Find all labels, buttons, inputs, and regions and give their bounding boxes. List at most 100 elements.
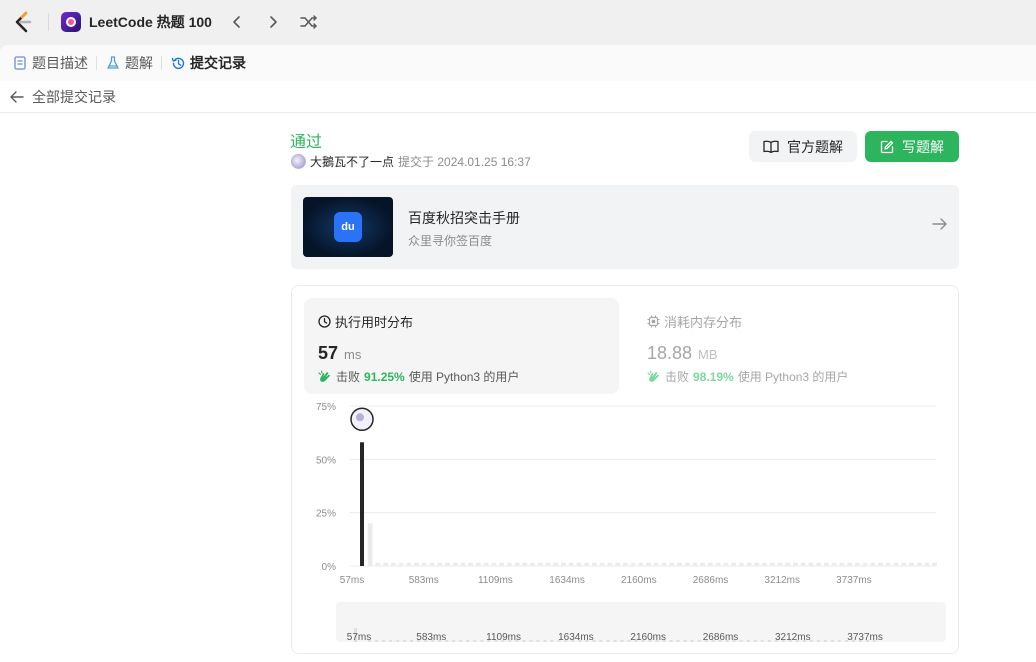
banner-subtitle: 众里寻你签百度 bbox=[408, 234, 493, 248]
write-solution-button[interactable]: 写题解 bbox=[865, 131, 959, 162]
bar bbox=[909, 562, 914, 566]
overview-tick-label: 3737ms bbox=[847, 632, 883, 643]
bar bbox=[460, 562, 466, 566]
y-tick-label: 25% bbox=[316, 509, 336, 520]
tab-description[interactable]: 题目描述 bbox=[12, 53, 88, 73]
overview-bar bbox=[816, 640, 820, 642]
nav-divider bbox=[48, 13, 49, 31]
runtime-beat-prefix: 击败 bbox=[336, 370, 361, 384]
runtime-title: 执行用时分布 bbox=[335, 315, 414, 330]
overview-bar bbox=[690, 640, 694, 642]
official-solution-button[interactable]: 官方题解 bbox=[749, 131, 857, 162]
avatar[interactable] bbox=[291, 154, 306, 169]
official-solution-label: 官方题解 bbox=[787, 138, 843, 155]
x-tick-label: 583ms bbox=[409, 575, 439, 586]
bar bbox=[537, 562, 543, 566]
bar bbox=[568, 562, 574, 566]
tab-solutions[interactable]: 题解 bbox=[105, 53, 153, 73]
overview-bar bbox=[753, 640, 757, 642]
highlight-bar bbox=[360, 442, 364, 566]
tab-submissions[interactable]: 提交记录 bbox=[170, 53, 246, 73]
clap-hands-icon bbox=[647, 369, 661, 384]
runtime-beat-suffix: 使用 Python3 的用户 bbox=[408, 370, 520, 384]
bar bbox=[692, 562, 698, 566]
bar bbox=[831, 562, 837, 566]
bar bbox=[924, 562, 930, 566]
problem-list-icon[interactable] bbox=[61, 12, 81, 32]
tab-bar: 题目描述 题解 提交记录 bbox=[0, 45, 1036, 81]
overview-bar bbox=[480, 640, 484, 642]
runtime-distribution-chart[interactable]: 0% 25% 50% 75% 57ms 583ms 1109ms 1634ms 2160ms 26… bbox=[292, 396, 958, 654]
bar bbox=[445, 562, 450, 566]
bar bbox=[731, 562, 736, 566]
x-tick-label: 3212ms bbox=[764, 575, 800, 586]
runtime-stat[interactable]: 执行用时分布 57 ms 击败 91.25% 使用 Python3 的用户 bbox=[304, 298, 619, 394]
overview-bar bbox=[522, 640, 526, 642]
back-to-all-submissions[interactable]: 全部提交记录 bbox=[0, 81, 1036, 113]
leetcode-logo-icon[interactable] bbox=[12, 11, 34, 33]
bar bbox=[893, 562, 899, 566]
book-icon bbox=[763, 140, 779, 153]
bar bbox=[762, 562, 767, 566]
bar bbox=[607, 562, 613, 566]
memory-stat[interactable]: 消耗内存分布 18.88 MB 击败 98.19% 使用 Python3 的用户 bbox=[633, 298, 948, 394]
prev-problem-button[interactable] bbox=[226, 11, 248, 33]
overview-bar bbox=[459, 640, 463, 642]
next-problem-button[interactable] bbox=[262, 11, 284, 33]
x-tick-label: 1634ms bbox=[549, 575, 585, 586]
problem-list-title[interactable]: LeetCode 热题 100 bbox=[89, 12, 212, 32]
bar bbox=[932, 562, 937, 566]
submission-status: 通过 bbox=[290, 134, 323, 151]
overview-bar bbox=[396, 640, 400, 642]
overview-tick-label: 3212ms bbox=[775, 632, 811, 643]
memory-beat-percent: 98.19% bbox=[693, 369, 734, 384]
bar bbox=[383, 562, 388, 566]
overview-bar bbox=[452, 640, 456, 642]
bar bbox=[885, 562, 891, 566]
x-tick-label: 57ms bbox=[340, 575, 364, 586]
x-tick-label: 1109ms bbox=[478, 575, 513, 586]
bar bbox=[398, 562, 404, 566]
bar bbox=[638, 562, 644, 566]
bar bbox=[878, 562, 883, 566]
overview-bar bbox=[375, 640, 379, 642]
bar bbox=[514, 562, 520, 566]
submitted-time: 提交于 2024.01.25 16:37 bbox=[398, 155, 531, 169]
bar bbox=[491, 562, 497, 566]
overview-bar bbox=[550, 640, 554, 642]
bar bbox=[646, 562, 651, 566]
bar bbox=[406, 562, 412, 566]
overview-bar bbox=[599, 640, 603, 642]
promo-banner[interactable]: du 百度秋招突击手册 众里寻你签百度 bbox=[291, 185, 959, 269]
tab-separator bbox=[96, 56, 97, 70]
bar bbox=[661, 562, 667, 566]
username[interactable]: 大鵝瓦不了一点 bbox=[310, 153, 394, 170]
write-solution-label: 写题解 bbox=[902, 138, 944, 155]
bar bbox=[375, 562, 381, 566]
bar bbox=[414, 562, 419, 566]
overview-tick-label: 583ms bbox=[416, 632, 446, 643]
overview-bar bbox=[676, 640, 680, 642]
bar bbox=[545, 562, 551, 566]
bar bbox=[452, 562, 458, 566]
bar bbox=[622, 562, 628, 566]
overview-bar bbox=[382, 640, 386, 642]
bar bbox=[468, 562, 473, 566]
bar bbox=[754, 562, 760, 566]
y-tick-label: 0% bbox=[322, 562, 337, 573]
bar bbox=[530, 562, 535, 566]
bar bbox=[499, 562, 504, 566]
submission-panel: 题目描述 题解 提交记录 全部提交记录 通过 大鵝瓦不了一点 提交于 2024.… bbox=[0, 45, 1036, 662]
bar bbox=[723, 562, 729, 566]
overview-bar bbox=[403, 640, 407, 642]
overview-bar bbox=[767, 640, 771, 642]
baidu-logo-icon: du bbox=[334, 212, 362, 242]
top-nav: LeetCode 热题 100 bbox=[0, 0, 1036, 44]
chevron-left-icon bbox=[233, 16, 240, 28]
overview-bar bbox=[669, 640, 673, 642]
random-problem-button[interactable] bbox=[298, 11, 320, 33]
bar bbox=[421, 562, 427, 566]
bar bbox=[576, 562, 582, 566]
bar bbox=[708, 562, 713, 566]
performance-card: 执行用时分布 57 ms 击败 91.25% 使用 Python3 的用户 消耗… bbox=[291, 285, 959, 654]
